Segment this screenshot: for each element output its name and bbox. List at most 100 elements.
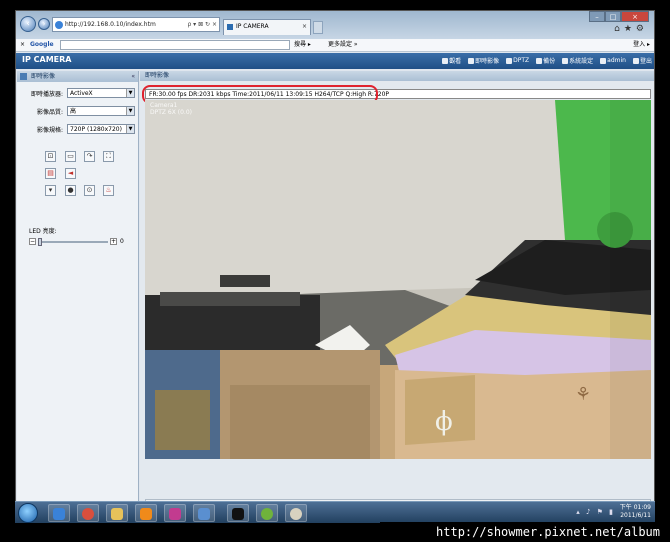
tab-close-icon[interactable]: × — [302, 20, 307, 34]
green-app-taskbar-icon[interactable] — [256, 504, 278, 522]
browser-titlebar: ‹ › http://192.168.0.10/index.htm ρ ▾ ⊠ … — [16, 11, 654, 39]
fullscreen-icon[interactable]: ⛶ — [103, 151, 114, 162]
backup-icon — [536, 57, 543, 64]
svg-text:⚘: ⚘ — [575, 384, 591, 405]
tab-favicon — [227, 24, 233, 30]
app-taskbar-icon[interactable] — [164, 504, 186, 522]
live-video[interactable]: ϕ ⚘ Camera1 DPTZ 6X (0.0) — [145, 100, 651, 459]
maximize-icon[interactable]: □ — [605, 11, 621, 22]
mute-icon[interactable]: ◄ — [65, 168, 76, 179]
resolution-select[interactable]: 720P (1280x720) ▼ — [67, 124, 135, 134]
chevron-down-icon: ▼ — [126, 89, 134, 97]
quality-label: 影像品質: — [36, 109, 63, 116]
quality-value: 高 — [70, 108, 77, 115]
menu-item-logout[interactable]: 登出 — [632, 56, 652, 65]
chevron-down-icon: ▼ — [126, 125, 134, 133]
led-brightness-label: LED 亮度: — [29, 228, 57, 235]
back-icon[interactable]: ‹ — [20, 16, 36, 32]
original-size-icon[interactable]: ⊡ — [45, 151, 56, 162]
minimize-icon[interactable]: – — [589, 11, 605, 22]
network-taskbar-icon[interactable] — [193, 504, 215, 522]
video-osd: Camera1 DPTZ 6X (0.0) — [150, 102, 192, 116]
google-logo: Google — [30, 41, 54, 48]
snapshot-icon[interactable]: ▭ — [65, 151, 76, 162]
resolution-value: 720P (1280x720) — [70, 126, 122, 133]
camera-frame-image: ϕ ⚘ — [145, 100, 651, 459]
rotate-icon[interactable]: ↷ — [84, 151, 95, 162]
chrome-taskbar-icon[interactable] — [77, 504, 99, 522]
zoom-icon[interactable]: ⊙ — [84, 185, 95, 196]
player-label: 即時播放器: — [30, 91, 63, 98]
google-more-settings[interactable]: 更多設定 » — [328, 39, 358, 51]
slider-track[interactable] — [38, 241, 108, 243]
new-tab-button[interactable] — [313, 21, 323, 34]
minus-icon[interactable]: − — [29, 238, 36, 245]
osd-camera-name: Camera1 — [150, 102, 178, 109]
clock-time: 下午 01:09 — [619, 504, 651, 511]
menu-item-view[interactable]: 觀看 — [442, 56, 461, 65]
menu-item-backup[interactable]: 備份 — [536, 56, 555, 65]
address-bar[interactable]: http://192.168.0.10/index.htm ρ ▾ ⊠ ↻ × — [52, 17, 220, 32]
windows-taskbar: ▴ ♪ ⚑ ▮ 下午 01:09 2011/6/11 — [15, 501, 655, 523]
main-panel-header: 即時影像 — [140, 71, 654, 81]
led-brightness-slider[interactable]: − + 0 — [29, 238, 129, 246]
dptz-icon — [506, 57, 513, 64]
record-file-icon[interactable]: ▤ — [45, 168, 56, 179]
start-button[interactable] — [18, 503, 38, 523]
cmd-taskbar-icon[interactable] — [227, 504, 249, 522]
logout-icon — [632, 57, 639, 64]
ie-page-icon — [55, 21, 63, 29]
svg-text:ϕ: ϕ — [435, 407, 453, 437]
close-window-icon[interactable]: × — [621, 11, 649, 22]
record-icon[interactable]: ● — [65, 185, 76, 196]
browser-tool-icons[interactable]: ⌂★⚙ — [614, 24, 648, 34]
live-icon — [468, 57, 475, 64]
plus-icon[interactable]: + — [110, 238, 117, 245]
menu-item-live[interactable]: 即時影像 — [468, 56, 499, 65]
main-panel: 即時影像 FR:30.00 fps DR:2031 kbps Time:2011… — [140, 71, 654, 520]
tab-title: IP CAMERA — [236, 23, 269, 30]
collapse-icon[interactable]: « — [131, 71, 135, 82]
menu-item-settings[interactable]: 系統設定 — [562, 56, 593, 65]
osd-dptz: DPTZ 6X (0.0) — [150, 109, 192, 116]
system-tray-icons[interactable]: ▴ ♪ ⚑ ▮ — [576, 508, 615, 516]
google-search-input[interactable] — [60, 40, 290, 50]
forward-icon[interactable]: › — [38, 18, 50, 30]
slider-thumb[interactable] — [38, 238, 42, 246]
left-panel-header: 即時影像 « — [17, 71, 138, 82]
address-tools[interactable]: ρ ▾ ⊠ ↻ × — [187, 18, 217, 31]
ie-taskbar-icon[interactable] — [48, 504, 70, 522]
menu-item-dptz[interactable]: DPTZ — [506, 56, 529, 65]
media-player-taskbar-icon[interactable] — [135, 504, 157, 522]
left-panel: 即時影像 « 即時播放器: ActiveX ▼ 影像品質: 高 ▼ 影像規格: … — [17, 71, 139, 520]
led-brightness-value: 0 — [120, 238, 124, 245]
alarm-icon[interactable]: ♨ — [103, 185, 114, 196]
save-icon[interactable]: ▾ — [45, 185, 56, 196]
user-icon — [600, 57, 607, 64]
app-header: IP CAMERA 觀看 即時影像 DPTZ 備份 系統設定 admin 登出 — [16, 53, 654, 69]
watermark-url: http://showmer.pixnet.net/album — [380, 522, 670, 542]
clock[interactable]: 下午 01:09 2011/6/11 — [620, 504, 651, 520]
app-title: IP CAMERA — [22, 55, 72, 64]
google-toolbar-close-icon[interactable]: × — [20, 39, 25, 51]
top-menu: 觀看 即時影像 DPTZ 備份 系統設定 admin 登出 — [442, 56, 652, 65]
left-panel-title: 即時影像 — [31, 73, 56, 80]
player-select[interactable]: ActiveX ▼ — [67, 88, 135, 98]
view-icon — [442, 57, 449, 64]
folder-taskbar-icon[interactable] — [106, 504, 128, 522]
paint-taskbar-icon[interactable] — [285, 504, 307, 522]
google-toolbar: × Google 搜尋 ▸ 更多設定 » 登入 ▸ — [16, 39, 654, 52]
google-search-button[interactable]: 搜尋 ▸ — [294, 39, 311, 51]
chevron-down-icon: ▼ — [126, 107, 134, 115]
resolution-label: 影像規格: — [36, 127, 63, 134]
address-text: http://192.168.0.10/index.htm — [65, 21, 156, 28]
browser-window: ‹ › http://192.168.0.10/index.htm ρ ▾ ⊠ … — [15, 10, 655, 523]
clock-date: 2011/6/11 — [620, 512, 651, 519]
settings-icon — [562, 57, 569, 64]
menu-item-admin[interactable]: admin — [600, 56, 626, 65]
quality-select[interactable]: 高 ▼ — [67, 106, 135, 116]
google-login[interactable]: 登入 ▸ — [633, 39, 650, 51]
player-value: ActiveX — [70, 90, 93, 97]
tab-ip-camera[interactable]: IP CAMERA × — [223, 19, 311, 35]
panel-icon — [20, 73, 27, 80]
